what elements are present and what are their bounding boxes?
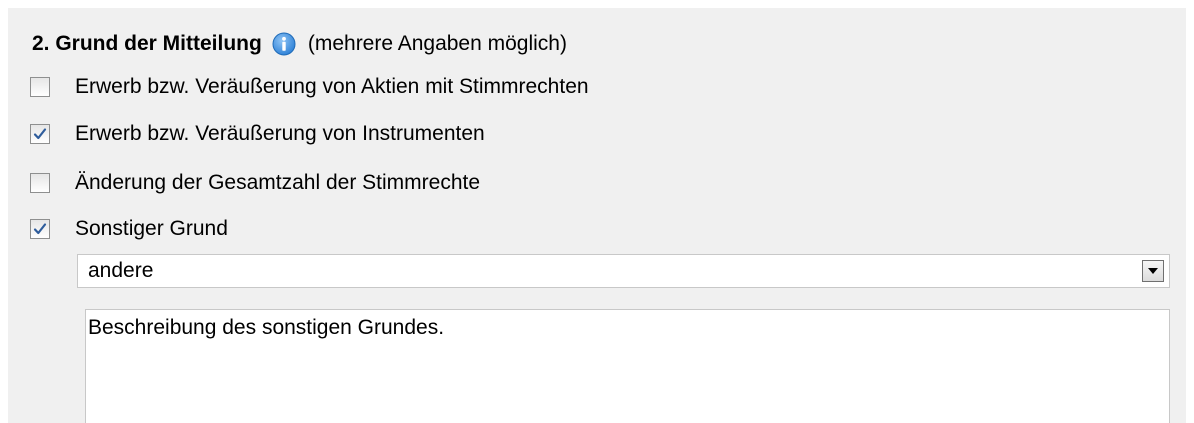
option-row-sonstiger: Sonstiger Grund <box>30 214 228 244</box>
option-row-aktien: Erwerb bzw. Veräußerung von Aktien mit S… <box>30 72 589 102</box>
option-row-gesamtzahl: Änderung der Gesamtzahl der Stimmrechte <box>30 168 480 198</box>
select-value: andere <box>88 259 154 282</box>
option-label-instrumente[interactable]: Erwerb bzw. Veräußerung von Instrumenten <box>75 122 485 146</box>
checkbox-instrumente[interactable] <box>30 124 50 144</box>
option-label-sonstiger[interactable]: Sonstiger Grund <box>75 217 228 241</box>
section-title: 2. Grund der Mitteilung <box>32 32 262 55</box>
other-reason-description[interactable]: Beschreibung des sonstigen Grundes. <box>85 309 1170 423</box>
section-header: 2. Grund der Mitteilung (mehrere Angaben… <box>32 26 567 62</box>
checkmark-icon <box>33 223 47 235</box>
section-hint: (mehrere Angaben möglich) <box>307 32 567 55</box>
other-reason-select[interactable]: andere <box>77 254 1170 288</box>
checkmark-icon <box>33 128 47 140</box>
checkbox-sonstiger[interactable] <box>30 219 50 239</box>
option-label-aktien[interactable]: Erwerb bzw. Veräußerung von Aktien mit S… <box>75 75 589 99</box>
chevron-down-icon[interactable] <box>1142 260 1164 282</box>
checkbox-aktien[interactable] <box>30 77 50 97</box>
info-icon[interactable] <box>272 32 296 56</box>
checkbox-gesamtzahl[interactable] <box>30 173 50 193</box>
option-label-gesamtzahl[interactable]: Änderung der Gesamtzahl der Stimmrechte <box>75 171 480 195</box>
option-row-instrumente: Erwerb bzw. Veräußerung von Instrumenten <box>30 119 485 149</box>
